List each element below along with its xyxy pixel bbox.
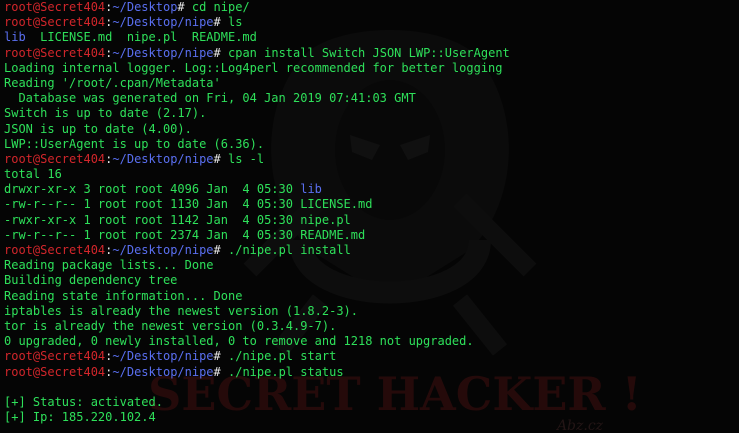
terminal-line: [+] Ip: 185.220.102.4	[4, 410, 510, 425]
output-text: Database was generated on Fri, 04 Jan 20…	[4, 91, 416, 106]
output-text: Reading package lists... Done	[4, 258, 214, 273]
output-text: JSON is up to date (4.00).	[4, 121, 192, 136]
terminal-line: -rw-r--r-- 1 root root 1130 Jan 4 05:30 …	[4, 197, 510, 212]
terminal-line: drwxr-xr-x 3 root root 4096 Jan 4 05:30 …	[4, 182, 510, 197]
prompt-symbol: #	[213, 349, 221, 364]
terminal-line: Switch is up to date (2.17).	[4, 106, 510, 121]
output-text: tor is already the newest version (0.3.4…	[4, 318, 337, 333]
directory-entry: lib	[300, 182, 322, 197]
terminal-line: -rw-r--r-- 1 root root 2374 Jan 4 05:30 …	[4, 228, 510, 243]
prompt-path: ~/Desktop/nipe	[112, 364, 214, 379]
output-text: Building dependency tree	[4, 273, 178, 288]
command-text: ./nipe.pl start	[220, 349, 337, 364]
terminal-line: Reading state information... Done	[4, 289, 510, 304]
prompt-user: root@Secret404	[4, 151, 106, 166]
command-text: cpan install Switch JSON LWP::UserAgent	[220, 45, 510, 60]
terminal-line: 0 upgraded, 0 newly installed, 0 to remo…	[4, 334, 510, 349]
output-text: -rw-r--r-- 1 root root 1130 Jan 4 05:30 …	[4, 197, 373, 212]
output-text: LWP::UserAgent is up to date (6.36).	[4, 136, 265, 151]
prompt-path: ~/Desktop/nipe	[112, 243, 214, 257]
terminal-line: root@Secret404:~/Desktop/nipe# ./nipe.pl…	[4, 349, 510, 364]
command-text: ./nipe.pl status	[220, 364, 344, 379]
wallpaper-signature-text: Abz.cz	[555, 418, 604, 433]
terminal-line: root@Secret404:~/Desktop/nipe# ./nipe.pl…	[4, 365, 510, 380]
terminal-line: [+] Status: activated.	[4, 395, 510, 410]
prompt-user: root@Secret404	[4, 45, 106, 60]
prompt-symbol: #	[213, 45, 221, 60]
status-text: Status: activated.	[25, 394, 163, 409]
output-text: -rw-r--r-- 1 root root 2374 Jan 4 05:30 …	[4, 227, 366, 242]
output-text: Reading '/root/.cpan/Metadata'	[4, 75, 221, 90]
terminal-line: root@Secret404:~/Desktop/nipe# ls -l	[4, 152, 510, 167]
output-text: 0 upgraded, 0 newly installed, 0 to remo…	[4, 334, 474, 349]
prompt-path: ~/Desktop/nipe	[112, 349, 214, 364]
prompt-symbol: #	[213, 364, 221, 379]
terminal-line: -rwxr-xr-x 1 root root 1142 Jan 4 05:30 …	[4, 213, 510, 228]
prompt-user: root@Secret404	[4, 349, 106, 364]
command-text: ls -l	[220, 151, 265, 166]
output-text: iptables is already the newest version (…	[4, 303, 359, 318]
status-marker: [+]	[4, 410, 26, 425]
terminal-line: Reading package lists... Done	[4, 258, 510, 273]
prompt-path: ~/Desktop/nipe	[112, 45, 214, 60]
prompt-symbol: #	[213, 243, 221, 257]
terminal-line: LWP::UserAgent is up to date (6.36).	[4, 137, 510, 152]
directory-entry: lib	[4, 30, 26, 45]
terminal-line: Reading '/root/.cpan/Metadata'	[4, 76, 510, 91]
terminal-line: tor is already the newest version (0.3.4…	[4, 319, 510, 334]
terminal-window[interactable]: SECRET HACKER ! Abz.cz root@Secret404:~/…	[0, 0, 739, 433]
prompt-user: root@Secret404	[4, 243, 106, 257]
output-text: Reading state information... Done	[4, 288, 243, 303]
command-text: cd nipe/	[184, 0, 250, 14]
terminal-line: root@Secret404:~/Desktop/nipe# ls	[4, 15, 510, 30]
terminal-line: Database was generated on Fri, 04 Jan 20…	[4, 91, 510, 106]
prompt-path: ~/Desktop/nipe	[112, 151, 214, 166]
prompt-symbol: #	[213, 15, 221, 30]
command-text: ./nipe.pl install	[220, 243, 351, 257]
prompt-path: ~/Desktop	[112, 0, 178, 14]
listing-details: drwxr-xr-x 3 root root 4096 Jan 4 05:30	[4, 182, 301, 197]
status-text: Ip: 185.220.102.4	[25, 410, 156, 425]
file-entries: LICENSE.md nipe.pl README.md	[25, 30, 257, 45]
terminal-line: total 16	[4, 167, 510, 182]
prompt-symbol: #	[177, 0, 185, 14]
prompt-user: root@Secret404	[4, 15, 106, 30]
output-text: Loading internal logger. Log::Log4perl r…	[4, 60, 503, 75]
output-text: Switch is up to date (2.17).	[4, 106, 207, 121]
prompt-symbol: #	[213, 151, 221, 166]
terminal-line: Loading internal logger. Log::Log4perl r…	[4, 61, 510, 76]
terminal-line: lib LICENSE.md nipe.pl README.md	[4, 30, 510, 45]
terminal-line: JSON is up to date (4.00).	[4, 122, 510, 137]
output-text: -rwxr-xr-x 1 root root 1142 Jan 4 05:30 …	[4, 212, 351, 227]
terminal-line: Building dependency tree	[4, 273, 510, 288]
status-marker: [+]	[4, 394, 26, 409]
terminal-line: iptables is already the newest version (…	[4, 304, 510, 319]
prompt-path: ~/Desktop/nipe	[112, 15, 214, 30]
terminal-output: root@Secret404:~/Desktop# cd nipe/root@S…	[4, 0, 510, 425]
prompt-user: root@Secret404	[4, 0, 106, 14]
prompt-user: root@Secret404	[4, 364, 106, 379]
terminal-line: root@Secret404:~/Desktop/nipe# cpan inst…	[4, 46, 510, 61]
terminal-line: root@Secret404:~/Desktop/nipe# ./nipe.pl…	[4, 243, 510, 258]
terminal-line: root@Secret404:~/Desktop# cd nipe/	[4, 0, 510, 15]
command-text: ls	[220, 15, 243, 30]
output-text: total 16	[4, 167, 62, 182]
